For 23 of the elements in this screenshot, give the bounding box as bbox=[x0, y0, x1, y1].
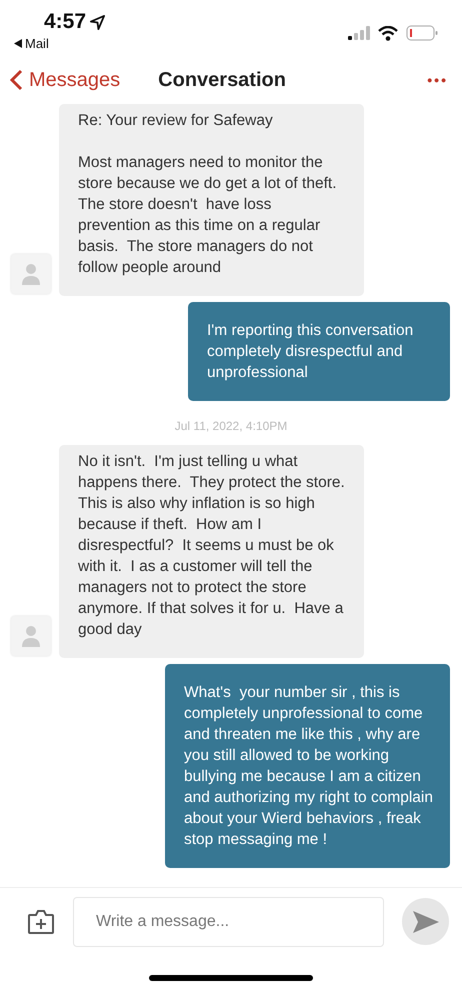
message-bubble: I'm reporting this conversation completely disrespectful and unprofessional bbox=[188, 302, 450, 401]
message-bubble: What's your number sir , this is completely unprofessional to come and threaten me like this , why are you still allowed to be working bullying me because I am a citizen and authorizing my right to complain about your Wierd behaviors , freak stop messaging me ! bbox=[165, 664, 450, 868]
chevron-left-icon bbox=[10, 69, 23, 91]
back-to-app-link[interactable]: Mail bbox=[14, 36, 106, 51]
back-link[interactable]: Messages bbox=[10, 68, 120, 92]
camera-plus-icon[interactable] bbox=[27, 908, 55, 934]
message-bubble: No it isn't. I'm just telling u what happens there. They protect the store. This is also why inflation is so high because if theft. How am I disrespectful? It seems u must be ok with it. I as a customer will tell the managers not to protect the store anymore. If that solves it for u. Have a good day bbox=[59, 445, 364, 658]
screen-title: Conversation bbox=[158, 68, 287, 92]
signal-icon bbox=[348, 26, 370, 40]
more-button[interactable]: ••• bbox=[427, 72, 448, 88]
message-input-field[interactable]: Write a message... bbox=[73, 896, 384, 946]
status-time: 4:57 bbox=[44, 10, 106, 34]
wifi-icon bbox=[378, 26, 398, 40]
message-bubble: Re: Your review for Safeway Most managers need to monitor the store because we do get a lot of theft. The store doesn't have loss prevention as this time on a regular basis. The store managers do not follow people around bbox=[59, 104, 364, 296]
person-icon bbox=[22, 263, 40, 285]
send-icon bbox=[412, 910, 438, 932]
home-indicator[interactable] bbox=[149, 974, 313, 980]
battery-icon bbox=[406, 25, 438, 41]
person-icon bbox=[22, 625, 40, 647]
send-button[interactable] bbox=[402, 898, 449, 945]
back-triangle-icon bbox=[14, 39, 22, 48]
message-timestamp: Jul 11, 2022, 4:10PM bbox=[174, 419, 288, 433]
location-arrow-icon bbox=[90, 14, 106, 30]
